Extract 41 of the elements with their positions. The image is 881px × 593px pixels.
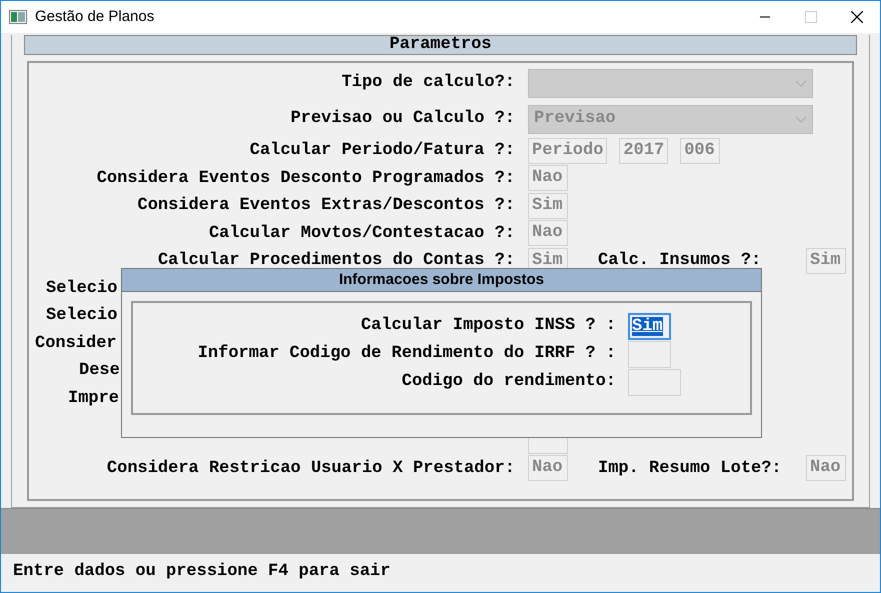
input-field[interactable] xyxy=(628,368,681,396)
app-icon xyxy=(9,10,27,24)
field-label: Considera Restricao Usuario X Prestador: xyxy=(106,458,516,480)
field-label: Selecio xyxy=(45,305,118,327)
field-label: Calcular Movtos/Contestacao ?: xyxy=(208,222,516,244)
input-field[interactable]: 2017 xyxy=(619,138,668,164)
input-field[interactable]: Periodo xyxy=(528,138,608,164)
dropdown[interactable]: Previsao xyxy=(528,104,813,134)
input-field[interactable]: Nao xyxy=(528,165,568,192)
field-label: Calcular Imposto INSS ? : xyxy=(360,315,617,338)
input-field[interactable]: Sim xyxy=(528,192,568,219)
maximize-icon xyxy=(805,11,817,23)
close-icon xyxy=(851,11,863,23)
dialog-title: Informacoes sobre Impostos xyxy=(122,269,761,292)
field-label: Considera Eventos Extras/Descontos ?: xyxy=(136,195,516,217)
field-label: Previsao ou Calculo ?: xyxy=(290,108,516,130)
chevron-down-icon xyxy=(795,80,807,86)
field-label: Considera Eventos Desconto Programados ?: xyxy=(96,168,516,190)
field-label: Calcular Procedimentos do Contas ?: xyxy=(156,250,516,272)
input-field[interactable]: Sim xyxy=(806,248,846,274)
field-label: Impre xyxy=(67,388,120,410)
status-message: Entre dados ou pressione F4 para sair xyxy=(12,561,392,583)
panel-title: Parametros xyxy=(24,35,857,55)
field-label: Informar Codigo de Rendimento do IRRF ? : xyxy=(196,343,617,366)
field-label: Consider xyxy=(34,332,117,354)
input-field[interactable]: Sim xyxy=(628,312,671,340)
field-label: Imp. Resumo Lote?: xyxy=(598,458,782,480)
field-label: Codigo do rendimento: xyxy=(400,371,617,394)
input-field[interactable] xyxy=(628,340,671,368)
field-label: Calc. Insumos ?: xyxy=(598,250,762,272)
input-field[interactable]: 006 xyxy=(680,138,720,164)
field-label: Dese xyxy=(78,360,120,382)
field-label: Selecio xyxy=(45,278,118,300)
field-label: Tipo de calculo?: xyxy=(340,72,516,94)
input-field[interactable]: Nao xyxy=(528,220,568,246)
chevron-down-icon xyxy=(795,116,807,122)
dropdown[interactable] xyxy=(528,68,813,98)
field-label: Calcular Periodo/Fatura ?: xyxy=(248,140,516,162)
input-field[interactable]: Nao xyxy=(528,455,568,482)
input-field[interactable]: Nao xyxy=(806,455,846,482)
window-title: Gestão de Planos xyxy=(35,6,154,27)
